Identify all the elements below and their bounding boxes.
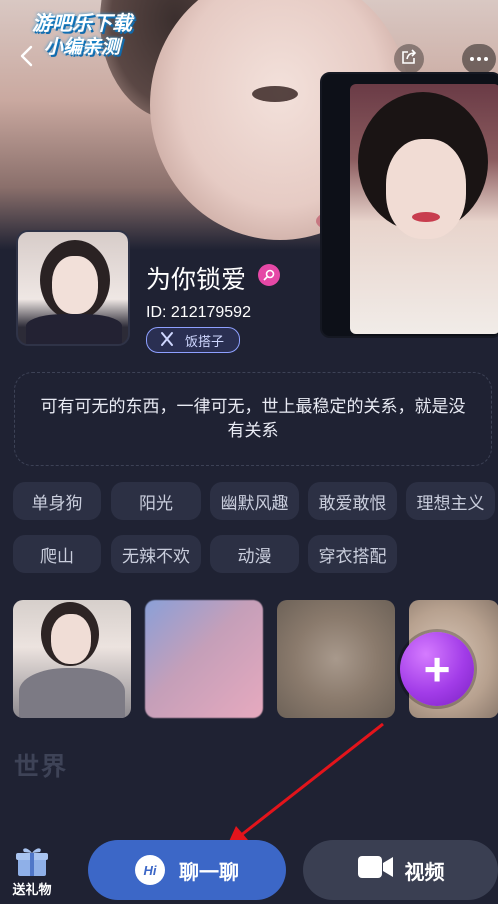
avatar-body <box>26 314 122 344</box>
photo-face <box>51 614 91 664</box>
hi-chat-icon: Hi <box>135 855 165 885</box>
back-arrow-icon[interactable] <box>16 44 40 68</box>
more-icon <box>470 57 474 61</box>
cover-eye <box>252 86 298 102</box>
gift-label: 送礼物 <box>12 882 52 897</box>
plus-icon: + <box>423 643 451 695</box>
album-photo[interactable] <box>13 600 131 718</box>
more-icon-dot <box>484 57 488 61</box>
avatar[interactable] <box>16 230 130 346</box>
interest-tag: 单身狗 <box>13 482 101 520</box>
share-button[interactable] <box>394 44 424 74</box>
section-title-world: 世界 <box>14 753 69 781</box>
photo-body <box>19 668 125 718</box>
interest-tag: 幽默风趣 <box>210 482 299 520</box>
bio-text: 可有可无的东西，一律可无，世上最稳定的关系，就是没有关系 <box>14 372 492 466</box>
video-lips <box>412 212 440 222</box>
chat-button[interactable]: Hi 聊一聊 <box>88 840 286 900</box>
video-call-button[interactable]: 视频 <box>303 840 498 900</box>
interest-tag: 动漫 <box>210 535 299 573</box>
identity-tag-label: 饭搭子 <box>185 333 225 349</box>
video-camera-icon <box>357 854 395 886</box>
interest-tag: 敢爱敢恨 <box>308 482 397 520</box>
name-badge-icon <box>258 264 280 286</box>
interest-tag: 爬山 <box>13 535 101 573</box>
interest-tag: 阳光 <box>111 482 201 520</box>
share-icon <box>400 48 418 71</box>
avatar-face <box>52 256 98 314</box>
user-name: 为你锁爱 <box>146 266 247 294</box>
watermark-line1: 游吧乐下载 <box>32 13 132 35</box>
add-photo-button[interactable]: + <box>400 632 474 706</box>
interest-tag: 穿衣搭配 <box>308 535 397 573</box>
fork-knife-icon <box>159 331 177 350</box>
live-video-preview[interactable] <box>320 72 498 338</box>
user-id: ID: 212179592 <box>146 304 251 321</box>
gift-icon <box>15 844 49 878</box>
chat-button-label: 聊一聊 <box>179 861 239 884</box>
more-icon-dot <box>477 57 481 61</box>
video-button-label: 视频 <box>404 861 445 884</box>
album-photo[interactable] <box>145 600 263 718</box>
send-gift-button[interactable]: 送礼物 <box>6 840 58 900</box>
interest-tag: 无辣不欢 <box>111 535 201 573</box>
video-frame <box>350 84 498 334</box>
video-face <box>386 139 466 239</box>
album-photo[interactable] <box>277 600 395 718</box>
identity-tag: 饭搭子 <box>146 327 240 353</box>
interest-tag: 理想主义 <box>406 482 495 520</box>
more-button[interactable] <box>462 44 496 74</box>
